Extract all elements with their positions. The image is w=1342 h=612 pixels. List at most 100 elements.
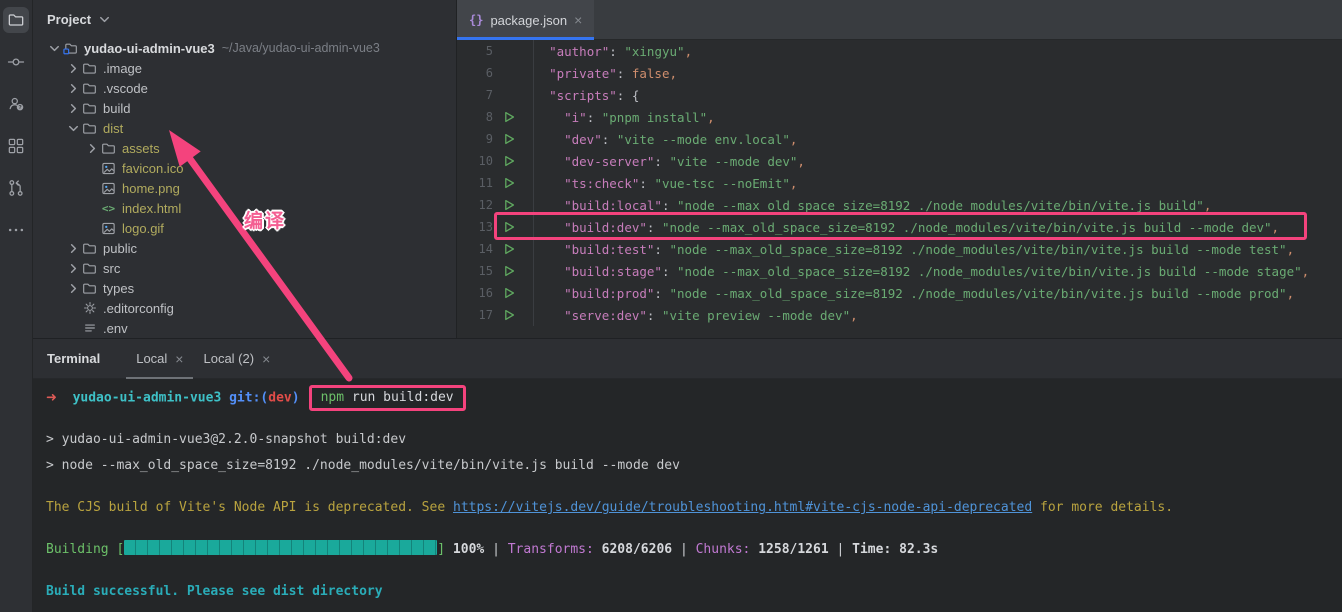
tree-item-label: .env — [103, 321, 128, 336]
editor: {}package.json× 5 "author": "xingyu",6 "… — [457, 0, 1342, 338]
chevron-spacer — [84, 200, 100, 216]
structure-icon — [6, 136, 26, 156]
tree-item-vscode[interactable]: .vscode — [33, 78, 456, 98]
run-script-icon[interactable] — [499, 243, 519, 255]
run-script-icon[interactable] — [499, 155, 519, 167]
line-number[interactable]: 6 — [457, 66, 499, 80]
folder-icon — [81, 240, 98, 256]
tree-item-src[interactable]: src — [33, 258, 456, 278]
line-number[interactable]: 17 — [457, 308, 499, 322]
chevron-down-icon[interactable] — [97, 12, 112, 27]
gear-icon — [81, 300, 98, 316]
terminal-text: Time: 82.3s — [852, 542, 938, 557]
lines-icon — [81, 320, 98, 336]
tree-item-build[interactable]: build — [33, 98, 456, 118]
tree-item-label: types — [103, 281, 134, 296]
line-number[interactable]: 11 — [457, 176, 499, 190]
project-panel-title: Project — [47, 12, 91, 27]
line-number[interactable]: 13 — [457, 220, 499, 234]
project-tool-button[interactable] — [3, 7, 29, 33]
tab-package-json[interactable]: {}package.json× — [457, 0, 594, 40]
annotation-box-build-dev-line — [494, 212, 1307, 240]
terminal-text: 100% — [445, 542, 492, 557]
terminal-text: git:( — [229, 391, 268, 406]
code-with-me-button[interactable]: ? — [3, 91, 29, 117]
chevron-down-icon[interactable] — [65, 120, 81, 136]
tab-local-2[interactable]: Local (2)× — [193, 339, 280, 379]
run-script-icon[interactable] — [499, 287, 519, 299]
close-icon[interactable]: × — [574, 13, 582, 27]
tree-item-label: .editorconfig — [103, 301, 174, 316]
tree-item-root[interactable]: yudao-ui-admin-vue3~/Java/yudao-ui-admin… — [33, 38, 456, 58]
folder-icon — [81, 100, 98, 116]
more-tool-windows-button[interactable] — [3, 217, 29, 243]
line-number[interactable]: 9 — [457, 132, 499, 146]
terminal-output[interactable]: ➜ yudao-ui-admin-vue3 git:(dev)npm run b… — [33, 379, 1342, 605]
tree-item-favicon-ico[interactable]: favicon.ico — [33, 158, 456, 178]
terminal-text: for more details. — [1032, 500, 1173, 515]
chevron-right-icon[interactable] — [65, 260, 81, 276]
code-line-14: 14 "build:test": "node --max_old_space_s… — [457, 238, 1342, 260]
terminal-text: 6208/6206 — [602, 542, 680, 557]
chevron-right-icon[interactable] — [65, 80, 81, 96]
terminal-prompt-line: ➜ yudao-ui-admin-vue3 git:(dev)npm run b… — [46, 385, 1342, 411]
tree-item-home-png[interactable]: home.png — [33, 178, 456, 198]
tree-item-label: home.png — [122, 181, 180, 196]
chevron-right-icon[interactable] — [65, 60, 81, 76]
line-number[interactable]: 14 — [457, 242, 499, 256]
terminal-text: | — [492, 542, 508, 557]
editor-body[interactable]: 5 "author": "xingyu",6 "private": false,… — [457, 40, 1342, 338]
line-number[interactable]: 15 — [457, 264, 499, 278]
code-line-8: 8 "i": "pnpm install", — [457, 106, 1342, 128]
project-panel: Project yudao-ui-admin-vue3~/Java/yudao-… — [33, 0, 457, 338]
commit-tool-button[interactable] — [3, 49, 29, 75]
folder-icon — [81, 260, 98, 276]
line-number[interactable]: 12 — [457, 198, 499, 212]
run-script-icon[interactable] — [499, 265, 519, 277]
terminal-text: Chunks: — [696, 542, 759, 557]
tree-item-assets[interactable]: assets — [33, 138, 456, 158]
project-panel-header[interactable]: Project — [33, 0, 456, 38]
terminal-text: yudao-ui-admin-vue3 — [73, 391, 222, 406]
tree-item-label: public — [103, 241, 137, 256]
chevron-spacer — [65, 300, 81, 316]
project-icon — [6, 10, 26, 30]
code-text: "dev-server": "vite --mode dev", — [533, 150, 805, 172]
structure-tool-button[interactable] — [3, 133, 29, 159]
run-script-icon[interactable] — [499, 133, 519, 145]
tree-item-label: dist — [103, 121, 123, 136]
tree-item-editorconfig[interactable]: .editorconfig — [33, 298, 456, 318]
tree-item-types[interactable]: types — [33, 278, 456, 298]
close-icon[interactable]: × — [262, 352, 270, 366]
tree-item-label: favicon.ico — [122, 161, 183, 176]
terminal-text: ) — [292, 391, 300, 406]
chevron-right-icon[interactable] — [65, 100, 81, 116]
line-number[interactable]: 5 — [457, 44, 499, 58]
build-progress-bar — [124, 540, 437, 555]
close-icon[interactable]: × — [175, 352, 183, 366]
activity-bar: ? — [0, 0, 33, 612]
run-script-icon[interactable] — [499, 199, 519, 211]
chevron-right-icon[interactable] — [65, 280, 81, 296]
chevron-right-icon[interactable] — [84, 140, 100, 156]
tree-item-image[interactable]: .image — [33, 58, 456, 78]
terminal-blank-line — [46, 411, 1342, 427]
tree-item-public[interactable]: public — [33, 238, 456, 258]
line-number[interactable]: 7 — [457, 88, 499, 102]
line-number[interactable]: 8 — [457, 110, 499, 124]
run-script-icon[interactable] — [499, 111, 519, 123]
chevron-down-icon[interactable] — [46, 40, 62, 56]
tree-item-label: build — [103, 101, 130, 116]
line-number[interactable]: 16 — [457, 286, 499, 300]
terminal-text: > node --max_old_space_size=8192 ./node_… — [46, 458, 680, 473]
run-script-icon[interactable] — [499, 309, 519, 321]
tree-item-env[interactable]: .env — [33, 318, 456, 338]
tree-item-label: .vscode — [103, 81, 148, 96]
tab-local[interactable]: Local× — [126, 339, 193, 379]
run-script-icon[interactable] — [499, 177, 519, 189]
troubleshooting-link[interactable]: https://vitejs.dev/guide/troubleshooting… — [453, 500, 1032, 515]
chevron-right-icon[interactable] — [65, 240, 81, 256]
tree-item-dist[interactable]: dist — [33, 118, 456, 138]
line-number[interactable]: 10 — [457, 154, 499, 168]
pull-requests-button[interactable] — [3, 175, 29, 201]
